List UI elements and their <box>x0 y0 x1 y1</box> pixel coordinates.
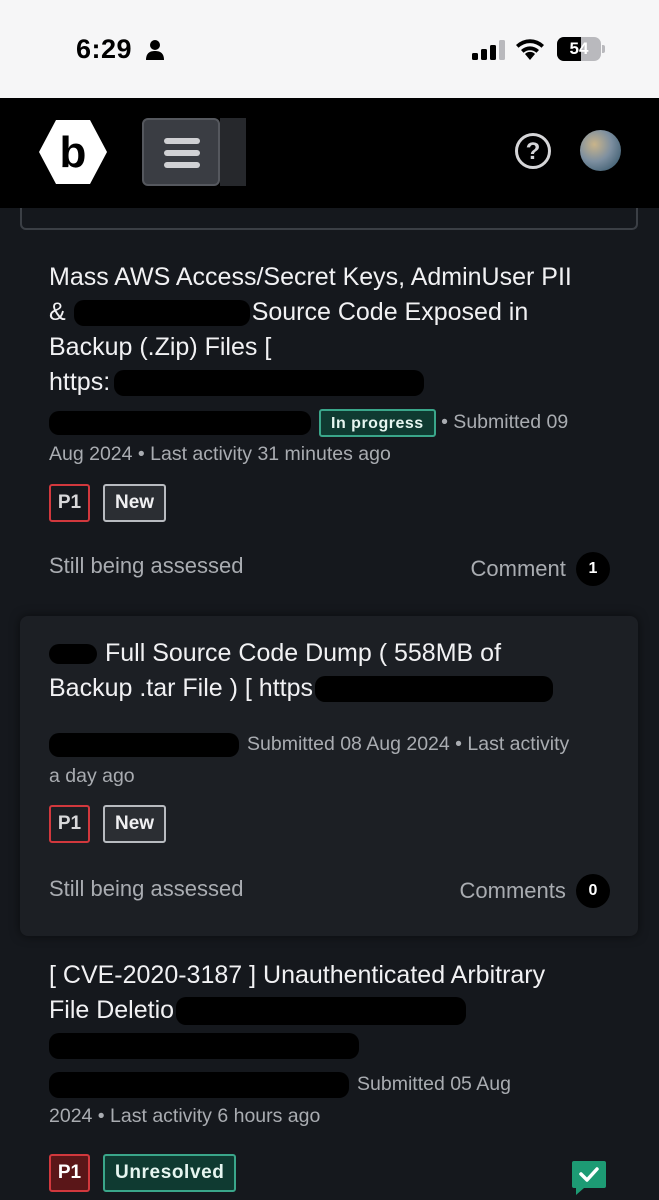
wifi-icon <box>516 39 544 60</box>
comments-link[interactable]: Comments 0 <box>460 874 610 908</box>
report-card[interactable]: Full Source Code Dump ( 558MB of Backup … <box>20 616 638 936</box>
redacted-text <box>114 370 425 397</box>
report-card[interactable]: Mass AWS Access/Secret Keys, AdminUser P… <box>20 248 638 608</box>
state-badge: New <box>103 484 167 522</box>
redacted-text <box>315 676 553 703</box>
checkmark-comment-icon[interactable] <box>570 1160 608 1196</box>
report-meta: In progress • Submitted 09 Aug 2024 • La… <box>49 406 624 470</box>
status-bar: 6:29 54 <box>0 0 659 98</box>
battery-level: 54 <box>569 39 589 58</box>
report-title[interactable]: [ CVE-2020-3187 ] Unauthenticated Arbitr… <box>49 958 619 1063</box>
user-avatar[interactable] <box>580 130 621 171</box>
priority-badge: P1 <box>49 1154 90 1192</box>
bugcrowd-logo-icon[interactable]: b <box>38 118 108 186</box>
comments-count: 1 <box>576 552 610 586</box>
redacted-text <box>49 1071 349 1098</box>
redacted-text <box>73 300 250 327</box>
help-circle-icon[interactable]: ? <box>515 133 551 169</box>
hamburger-menu-button[interactable] <box>142 118 220 186</box>
redacted-text <box>176 997 467 1026</box>
comments-link[interactable]: Comment 1 <box>471 552 610 586</box>
cellular-signal-icon <box>472 40 505 60</box>
redacted-text <box>49 732 239 757</box>
menu-button-extension <box>220 118 246 186</box>
report-meta: Submitted 08 Aug 2024 • Last activity a … <box>49 732 570 787</box>
battery-icon: 54 <box>557 37 605 61</box>
app-header: b ? <box>0 98 659 208</box>
assessment-status: Still being assessed <box>49 553 244 578</box>
reports-list: Mass AWS Access/Secret Keys, AdminUser P… <box>0 208 659 1200</box>
redacted-text <box>49 644 97 665</box>
person-icon <box>146 40 164 60</box>
status-badge: In progress <box>319 408 436 437</box>
report-title[interactable]: Mass AWS Access/Secret Keys, AdminUser P… <box>49 260 619 400</box>
report-title[interactable]: Full Source Code Dump ( 558MB of Backup … <box>49 636 619 706</box>
state-badge: Unresolved <box>103 1154 237 1192</box>
redacted-text <box>49 410 311 435</box>
redacted-text <box>49 1033 359 1060</box>
assessment-status: Still being assessed <box>49 876 244 901</box>
status-time: 6:29 <box>76 34 133 64</box>
state-badge: New <box>103 805 167 843</box>
priority-badge: P1 <box>49 484 90 522</box>
comments-count: 0 <box>576 874 610 908</box>
report-card[interactable]: [ CVE-2020-3187 ] Unauthenticated Arbitr… <box>20 946 638 1200</box>
logo-letter: b <box>60 128 87 177</box>
previous-card-edge <box>20 208 638 230</box>
report-meta: Submitted 05 Aug 2024 • Last activity 6 … <box>49 1071 511 1127</box>
hamburger-menu-icon <box>164 138 200 144</box>
priority-badge: P1 <box>49 805 90 843</box>
